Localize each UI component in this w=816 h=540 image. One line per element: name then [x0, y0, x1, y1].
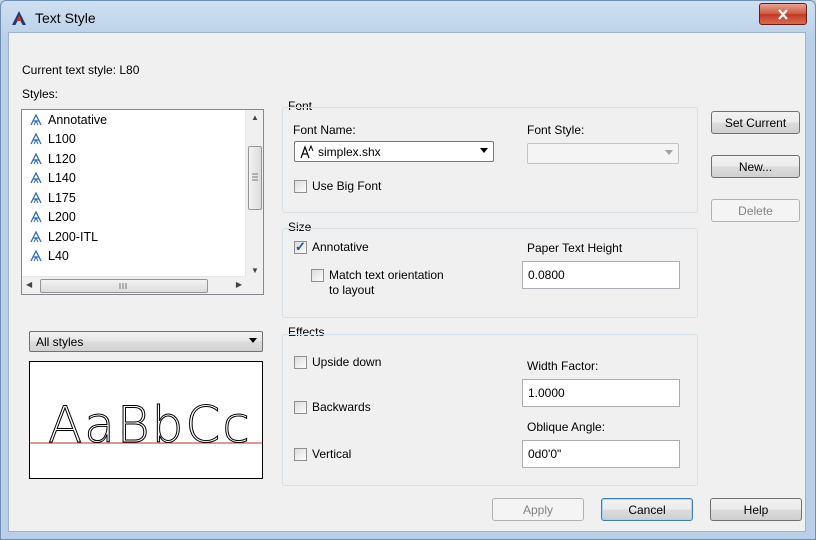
font-name-value: simplex.shx: [318, 145, 381, 159]
annotative-text-style-icon: [30, 172, 42, 184]
list-item[interactable]: L100: [22, 130, 244, 150]
styles-vertical-scrollbar[interactable]: ▲ ▼: [245, 110, 263, 278]
width-factor-label: Width Factor:: [527, 359, 599, 373]
checkbox-box[interactable]: [294, 180, 307, 193]
set-current-button[interactable]: Set Current: [711, 111, 800, 134]
style-filter-dropdown[interactable]: All styles: [29, 331, 263, 352]
font-style-label: Font Style:: [527, 123, 585, 137]
width-factor-input[interactable]: 1.0000: [522, 379, 680, 407]
preview-canvas: AaBbCc: [30, 396, 262, 455]
oblique-angle-label: Oblique Angle:: [527, 420, 606, 434]
paper-text-height-value: 0.0800: [528, 268, 565, 282]
style-name: Annotative: [48, 112, 108, 127]
style-name: L100: [48, 132, 76, 147]
vertical-scroll-thumb[interactable]: [248, 146, 262, 210]
font-style-dropdown[interactable]: [527, 143, 679, 164]
close-icon: [778, 8, 788, 20]
apply-button[interactable]: Apply: [492, 498, 584, 521]
chevron-down-icon: [665, 150, 673, 155]
current-style-label: Current text style: L80: [22, 63, 139, 77]
style-filter-value: All styles: [36, 335, 84, 349]
chevron-down-icon: [249, 338, 257, 343]
list-item[interactable]: L200: [22, 208, 244, 228]
styles-horizontal-scrollbar[interactable]: ◀ ▶: [22, 276, 246, 294]
chevron-down-icon: [480, 148, 488, 153]
new-style-button[interactable]: New...: [711, 155, 800, 178]
scroll-down-arrow-icon[interactable]: ▼: [251, 266, 259, 275]
font-name-dropdown[interactable]: simplex.shx: [294, 141, 494, 162]
checkbox-box[interactable]: [294, 401, 307, 414]
grip-icon: [119, 283, 127, 289]
cancel-button[interactable]: Cancel: [601, 498, 693, 521]
text-preview: AaBbCc: [29, 361, 263, 479]
annotative-text-style-icon: [30, 133, 42, 145]
list-item[interactable]: L40: [22, 247, 244, 267]
style-name: L120: [48, 151, 76, 166]
annotative-text-style-icon: [30, 250, 42, 262]
match-orientation-label-line1: Match text orientation: [329, 268, 444, 282]
vertical-checkbox[interactable]: Vertical: [294, 447, 351, 461]
title-bar[interactable]: Text Style: [1, 1, 815, 33]
style-name: L175: [48, 190, 76, 205]
horizontal-scroll-thumb[interactable]: [40, 279, 208, 293]
upside-down-checkbox[interactable]: Upside down: [294, 355, 381, 369]
annotative-label: Annotative: [312, 240, 369, 254]
annotative-text-style-icon: [30, 152, 42, 165]
scroll-up-arrow-icon[interactable]: ▲: [251, 113, 259, 122]
window-title: Text Style: [35, 10, 96, 26]
use-big-font-label: Use Big Font: [312, 179, 382, 193]
styles-list[interactable]: Annotative L100 L120 L140 L175 L200 L200…: [21, 109, 264, 295]
scrollbar-corner: [246, 277, 263, 294]
annotative-text-style-icon: [30, 230, 42, 243]
style-name: L200-ITL: [48, 229, 99, 244]
match-orientation-label: Match text orientation to layout: [329, 268, 444, 298]
checkbox-box[interactable]: [294, 356, 307, 369]
annotative-text-style-icon: [30, 113, 42, 126]
annotative-text-style-icon: [30, 191, 42, 204]
list-item[interactable]: L120: [22, 149, 244, 169]
checkbox-box[interactable]: [294, 448, 307, 461]
oblique-angle-input[interactable]: 0d0'0": [522, 440, 680, 468]
style-name: L140: [48, 171, 76, 186]
checkbox-box[interactable]: [311, 269, 324, 282]
help-button[interactable]: Help: [710, 498, 802, 521]
paper-text-height-input[interactable]: 0.0800: [522, 261, 680, 289]
scroll-left-arrow-icon[interactable]: ◀: [26, 280, 32, 289]
annotative-text-style-icon: [30, 211, 42, 223]
backwards-label: Backwards: [312, 400, 371, 414]
list-item[interactable]: Annotative: [22, 110, 244, 130]
close-button[interactable]: [759, 3, 807, 25]
current-style-caption: Current text style:: [22, 63, 117, 77]
paper-text-height-label: Paper Text Height: [527, 241, 623, 255]
match-orientation-label-line2: to layout: [329, 283, 375, 297]
oblique-angle-value: 0d0'0": [528, 447, 562, 461]
style-name: L40: [48, 249, 69, 264]
checkbox-box[interactable]: [294, 239, 307, 255]
match-orientation-checkbox[interactable]: Match text orientation to layout: [311, 268, 444, 298]
list-item[interactable]: L140: [22, 169, 244, 189]
width-factor-value: 1.0000: [528, 386, 565, 400]
current-style-value: L80: [119, 63, 140, 77]
style-name: L200: [48, 210, 76, 225]
styles-label: Styles:: [22, 87, 59, 101]
use-big-font-checkbox[interactable]: Use Big Font: [294, 179, 381, 193]
vertical-label: Vertical: [312, 447, 352, 461]
scroll-right-arrow-icon[interactable]: ▶: [236, 280, 242, 289]
annotative-checkbox[interactable]: Annotative: [294, 239, 369, 255]
styles-list-items: Annotative L100 L120 L140 L175 L200 L200…: [22, 110, 244, 266]
autocad-app-icon: [12, 11, 26, 25]
grip-icon: [252, 173, 258, 181]
preview-sample-text: AaBbCc: [48, 396, 252, 454]
font-name-label: Font Name:: [293, 123, 356, 137]
shx-font-icon: [300, 145, 314, 159]
list-item[interactable]: L200-ITL: [22, 227, 244, 247]
backwards-checkbox[interactable]: Backwards: [294, 400, 371, 414]
list-item[interactable]: L175: [22, 188, 244, 208]
upside-down-label: Upside down: [312, 355, 382, 369]
delete-style-button[interactable]: Delete: [711, 199, 800, 222]
